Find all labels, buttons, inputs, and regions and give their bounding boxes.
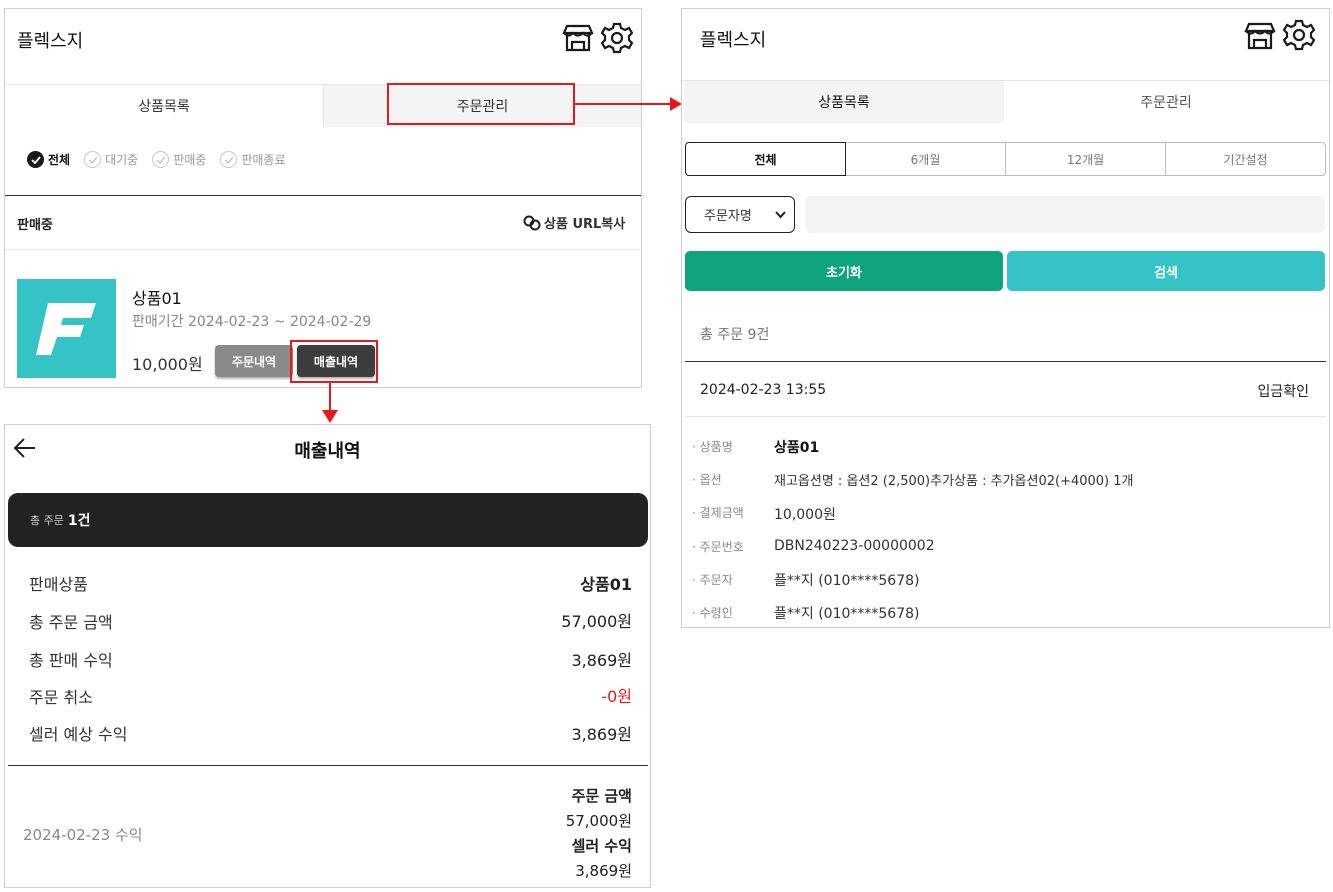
row-label-expected-income: 셀러 예상 수익 (29, 725, 128, 744)
filter-label: 판매종료 (241, 153, 286, 167)
tab-bar: 상품목록 주문관리 (682, 80, 1329, 123)
order-management-panel: 플렉스지 상품목록 주문관리 전체 6개월 12개월 기간설정 주문자명 초기화… (681, 8, 1330, 628)
period-custom[interactable]: 기간설정 (1165, 142, 1326, 176)
field-value-option: 재고옵션명 : 옵션2 (2,500)추가상품 : 추가옵션02(+4000) … (774, 474, 1134, 489)
product-period: 판매기간 2024-02-23 ~ 2024-02-29 (132, 314, 372, 330)
arrow-down-icon (322, 382, 338, 423)
select-value: 주문자명 (704, 209, 752, 224)
filter-on-sale[interactable]: 판매중 (152, 151, 206, 168)
gear-icon[interactable] (601, 22, 633, 54)
row-value-cancel: -0원 (601, 687, 632, 706)
copy-url-button[interactable]: 상품 URL복사 (523, 213, 625, 232)
divider (685, 361, 1326, 362)
field-label-payment: · 결제금액 (692, 506, 744, 520)
order-amount-label: 주문 금액 (571, 787, 632, 805)
field-label-product: · 상품명 (692, 440, 733, 454)
order-history-button[interactable]: 주문내역 (215, 345, 293, 377)
field-value-payment: 10,000원 (774, 507, 836, 523)
order-status: 입금확인 (1257, 384, 1309, 400)
row-label-cancel: 주문 취소 (29, 688, 93, 707)
highlight-order-tab (387, 83, 575, 125)
field-label-orderer: · 주문자 (692, 573, 733, 587)
page-title: 매출내역 (294, 441, 361, 462)
search-button[interactable]: 검색 (1007, 251, 1325, 291)
daily-date-label: 2024-02-23 수익 (23, 826, 143, 844)
product-name[interactable]: 상품01 (132, 285, 182, 309)
store-icon[interactable] (561, 23, 595, 53)
status-filters: 전체 대기중 판매중 판매종료 (27, 151, 286, 168)
filter-ended[interactable]: 판매종료 (220, 151, 286, 168)
check-icon (152, 151, 170, 168)
summary-prefix: 총 주문 (30, 514, 64, 527)
row-value-total-income: 3,869원 (571, 651, 632, 670)
field-value-recipient: 플**지 (010****5678) (774, 606, 920, 622)
divider (5, 249, 641, 250)
row-value-product: 상품01 (580, 575, 632, 594)
tab-product-list[interactable]: 상품목록 (5, 85, 323, 127)
product-list-panel: 플렉스지 상품목록 주문관리 전체 대기중 판매중 판매종료 판매중 상품 UR… (4, 8, 642, 388)
filter-label: 판매중 (173, 153, 207, 167)
daily-breakdown: 주문 금액 57,000원 셀러 수익 3,869원 (566, 784, 632, 884)
field-value-product: 상품01 (774, 440, 820, 456)
sales-history-panel: 매출내역 총 주문 1건 판매상품 상품01 총 주문 금액 57,000원 총… (4, 424, 651, 888)
period-6-months[interactable]: 6개월 (845, 142, 1006, 176)
order-datetime: 2024-02-23 13:55 (700, 382, 827, 398)
check-icon (27, 151, 44, 168)
product-price: 10,000원 (132, 355, 203, 374)
period-12-months[interactable]: 12개월 (1005, 142, 1166, 176)
search-type-select[interactable]: 주문자명 (685, 196, 795, 233)
app-title: 플렉스지 (700, 30, 767, 51)
filter-label: 대기중 (105, 153, 139, 167)
search-input[interactable] (805, 196, 1325, 233)
row-label-product: 판매상품 (29, 575, 88, 594)
seller-income-value: 3,869원 (575, 862, 632, 880)
product-thumbnail[interactable] (17, 279, 116, 378)
row-value-total-order: 57,000원 (561, 612, 632, 631)
summary-count: 1건 (67, 513, 91, 529)
field-value-order-number: DBN240223-00000002 (774, 538, 935, 554)
filter-waiting[interactable]: 대기중 (84, 151, 138, 168)
field-label-recipient: · 수령인 (692, 606, 733, 620)
summary-bar: 총 주문 1건 (8, 493, 648, 547)
divider (8, 765, 648, 766)
field-label-order-number: · 주문번호 (692, 540, 744, 554)
check-icon (84, 151, 102, 168)
row-label-total-order: 총 주문 금액 (29, 613, 113, 632)
field-label-option: · 옵션 (692, 473, 722, 487)
divider (685, 416, 1326, 417)
total-orders: 총 주문 9건 (700, 327, 770, 343)
field-value-orderer: 플**지 (010****5678) (774, 573, 920, 589)
link-icon (523, 215, 541, 230)
store-icon[interactable] (1243, 21, 1277, 51)
filter-all[interactable]: 전체 (27, 151, 70, 168)
tab-order-management[interactable]: 주문관리 (1004, 81, 1328, 123)
order-amount-value: 57,000원 (565, 812, 632, 830)
app-title: 플렉스지 (17, 31, 84, 52)
period-all[interactable]: 전체 (685, 142, 846, 176)
divider (5, 195, 641, 196)
filter-label: 전체 (48, 153, 71, 167)
brand-logo-icon (35, 302, 96, 355)
section-title: 판매중 (17, 218, 53, 233)
check-icon (220, 151, 238, 168)
chevron-down-icon (775, 210, 786, 218)
row-value-expected-income: 3,869원 (571, 725, 632, 744)
seller-income-label: 셀러 수익 (571, 837, 632, 855)
arrow-right-icon (574, 97, 682, 111)
copy-url-label: 상품 URL복사 (544, 217, 626, 232)
reset-button[interactable]: 초기화 (685, 251, 1003, 291)
row-label-total-income: 총 판매 수익 (29, 651, 113, 670)
highlight-sales-button (290, 340, 378, 383)
gear-icon[interactable] (1283, 19, 1315, 51)
tab-product-list[interactable]: 상품목록 (684, 81, 1004, 123)
